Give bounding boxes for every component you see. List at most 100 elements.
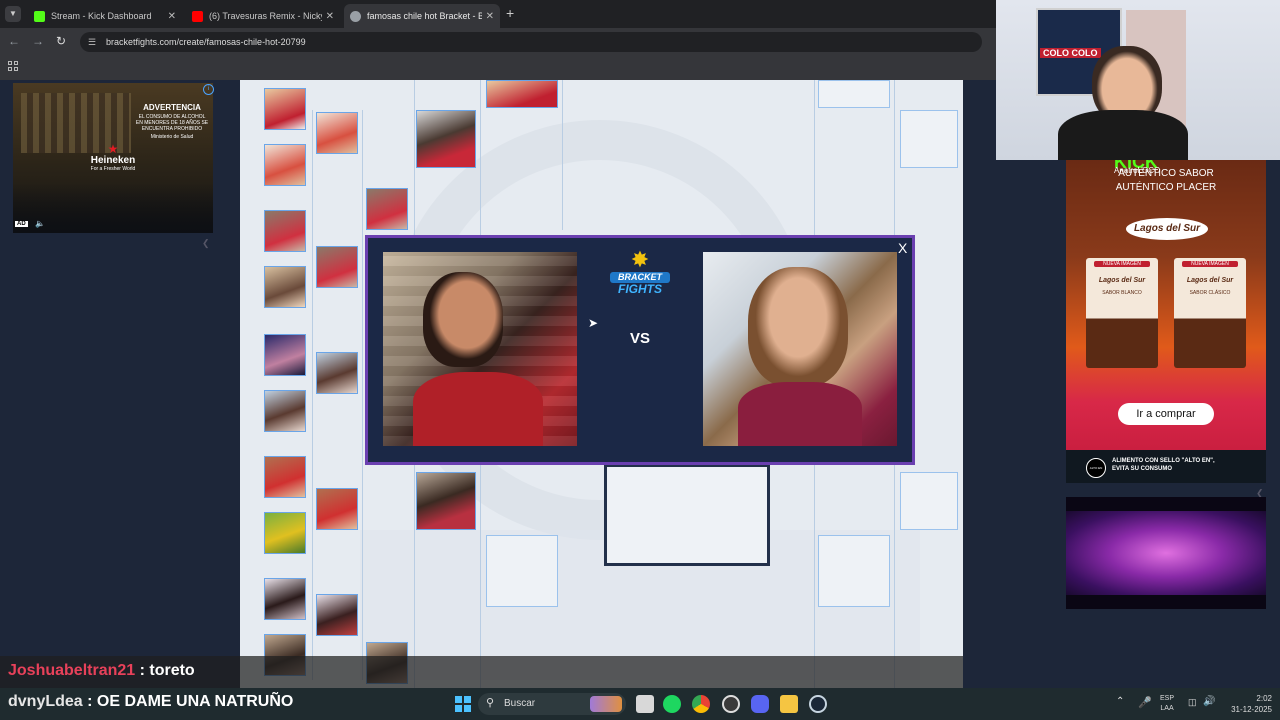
clock[interactable]: 2:02 31-12-2025: [1220, 693, 1272, 715]
clock-time: 2:02: [1256, 694, 1272, 703]
chat-message: dvnyLdea : OE DAME UNA NATRUÑO: [8, 693, 294, 710]
ad-warning-text: EL CONSUMO DE ALCOHOL EN MENORES DE 18 A…: [135, 114, 209, 132]
language-indicator[interactable]: ESP LAA: [1160, 694, 1174, 714]
contestant-thumb[interactable]: [264, 88, 306, 130]
red-star-icon: ★: [107, 142, 119, 156]
contestant-thumb[interactable]: [264, 578, 306, 620]
apps-grid-icon[interactable]: [8, 61, 18, 71]
adchoices-icon[interactable]: i: [203, 84, 214, 95]
lagos-del-sur-logo: Lagos del Sur: [1126, 218, 1208, 240]
empty-slot[interactable]: [818, 535, 890, 607]
back-icon[interactable]: ←: [8, 34, 20, 48]
product-pack-left: NUEVA IMAGEN Lagos del Sur SABOR BLANCO: [1086, 258, 1158, 368]
chrome-icon[interactable]: [692, 695, 710, 713]
contestant-thumb[interactable]: [316, 594, 358, 636]
empty-slot[interactable]: [900, 110, 958, 168]
chat-overlay: Joshuabeltran21 : toreto: [0, 656, 963, 688]
vs-label: VS: [629, 330, 650, 347]
microphone-icon[interactable]: 🎤: [1138, 696, 1152, 709]
volume-icon[interactable]: 🔊: [1203, 696, 1215, 707]
ad-badge: AD: [15, 221, 28, 227]
bracketfights-favicon-icon: [350, 10, 361, 22]
matchup-modal: ✸ BRACKET FIGHTS VS ➤ X: [365, 235, 915, 465]
mute-icon[interactable]: 🔈: [35, 219, 45, 228]
ad-headline-1: AUTÉNTICO SABOR: [1118, 168, 1214, 179]
tab-search-button[interactable]: ▼: [5, 6, 21, 22]
ad-headline-2: AUTÉNTICO PLACER: [1115, 182, 1217, 193]
obs-icon[interactable]: [722, 695, 740, 713]
heineken-logo: ★ Heineken For a Fresher World: [90, 142, 136, 172]
contestant-thumb[interactable]: [316, 488, 358, 530]
left-ad[interactable]: ★ Heineken For a Fresher World ADVERTENC…: [13, 83, 213, 233]
contestant-thumb[interactable]: [416, 110, 476, 168]
fighter-right-image[interactable]: [703, 252, 897, 446]
video-ad[interactable]: [1066, 497, 1266, 609]
contestant-thumb[interactable]: [486, 80, 558, 108]
steam-icon[interactable]: [809, 695, 827, 713]
contestant-thumb[interactable]: [316, 352, 358, 394]
contestant-thumb[interactable]: [416, 472, 476, 530]
kick-favicon-icon: [34, 10, 45, 22]
webcam-feed: COLO COLO: [996, 0, 1280, 160]
new-tab-button[interactable]: +: [506, 5, 514, 21]
cursor-icon: ➤: [588, 316, 599, 330]
final-slot[interactable]: [604, 464, 770, 566]
flag-text: COLO COLO: [1040, 48, 1101, 58]
chat-message: Joshuabeltran21 : toreto: [8, 662, 195, 679]
windows-start-icon[interactable]: [455, 696, 471, 712]
empty-slot[interactable]: [486, 535, 558, 607]
youtube-favicon-icon: [192, 10, 203, 22]
tray-chevron-icon[interactable]: ⌃: [1116, 696, 1124, 707]
contestant-thumb[interactable]: [264, 390, 306, 432]
task-view-icon[interactable]: [636, 695, 654, 713]
ad-ministry: Ministerio de Salud: [150, 134, 194, 140]
address-bar[interactable]: ☰ bracketfights.com/create/famosas-chile…: [80, 32, 982, 52]
modal-close-button[interactable]: X: [898, 240, 907, 256]
chat-username: Joshuabeltran21: [8, 662, 136, 679]
chat-username: dvnyLdea: [8, 693, 83, 710]
contestant-thumb[interactable]: [264, 210, 306, 252]
tab-bracketfights[interactable]: famosas chile hot Bracket - BracketFight…: [344, 4, 500, 28]
empty-slot[interactable]: [900, 472, 958, 530]
empty-slot[interactable]: [818, 80, 890, 108]
contestant-thumb[interactable]: [316, 112, 358, 154]
taskbar-search[interactable]: ⚲ Buscar: [478, 693, 626, 715]
tab-strip: ▼ Stream - Kick Dashboard ✕ (6) Travesur…: [0, 0, 996, 28]
close-tab-icon[interactable]: ✕: [486, 11, 494, 22]
file-explorer-icon[interactable]: [780, 695, 798, 713]
contestant-thumb[interactable]: [264, 512, 306, 554]
search-placeholder: Buscar: [504, 698, 536, 709]
clock-date: 31-12-2025: [1231, 705, 1272, 714]
close-tab-icon[interactable]: ✕: [326, 11, 334, 22]
ad-report-icon[interactable]: ❮: [202, 238, 210, 249]
search-highlight-icon: [590, 696, 622, 712]
reload-icon[interactable]: ↻: [56, 34, 66, 48]
tab-kick-dashboard[interactable]: Stream - Kick Dashboard ✕: [28, 4, 182, 28]
bookmarks-bar: [0, 55, 996, 80]
contestant-thumb[interactable]: [366, 188, 408, 230]
contestant-thumb[interactable]: [316, 246, 358, 288]
address-text: bracketfights.com/create/famosas-chile-h…: [106, 37, 306, 47]
spotify-icon[interactable]: [663, 695, 681, 713]
ad-warning-title: ADVERTENCIA: [143, 103, 201, 112]
tab-youtube[interactable]: (6) Travesuras Remix - Nicky Jam ✕: [186, 4, 340, 28]
bracketfights-logo: ✸ BRACKET FIGHTS: [604, 247, 676, 310]
site-info-icon[interactable]: ☰: [88, 32, 96, 52]
network-icon[interactable]: ◫: [1188, 697, 1197, 708]
alto-en-seal-icon: ALTO EN: [1086, 458, 1106, 478]
contestant-thumb[interactable]: [264, 266, 306, 308]
burst-icon: ✸: [630, 247, 650, 272]
ad-health-warning: ALIMENTO CON SELLO "ALTO EN", EVITA SU C…: [1112, 458, 1215, 472]
fighter-left-image[interactable]: [383, 252, 577, 446]
right-ad[interactable]: KICK AnatroLOCO AUTÉNTICO SABOR AUTÉNTIC…: [1066, 160, 1266, 483]
close-tab-icon[interactable]: ✕: [168, 11, 176, 22]
buy-button[interactable]: Ir a comprar: [1118, 403, 1214, 425]
product-pack-right: NUEVA IMAGEN Lagos del Sur SABOR CLÁSICO: [1174, 258, 1246, 368]
discord-icon[interactable]: [751, 695, 769, 713]
chat-text: OE DAME UNA NATRUÑO: [96, 693, 294, 710]
contestant-thumb[interactable]: [264, 456, 306, 498]
contestant-thumb[interactable]: [264, 144, 306, 186]
forward-icon[interactable]: →: [32, 34, 44, 48]
contestant-thumb[interactable]: [264, 334, 306, 376]
search-icon: ⚲: [486, 697, 495, 709]
